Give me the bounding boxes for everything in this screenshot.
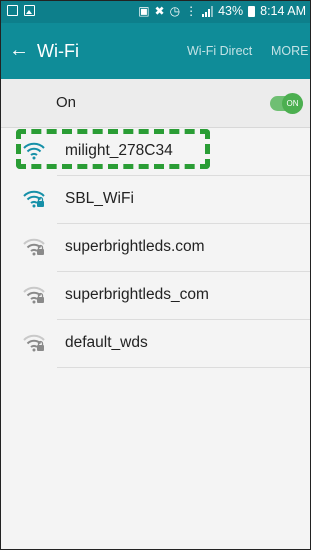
more-button[interactable]: MORE: [271, 44, 309, 58]
signal-icon: [202, 5, 214, 17]
app-bar: ← Wi-Fi Wi-Fi Direct MORE: [1, 23, 310, 79]
divider: [57, 367, 310, 368]
battery-icon: [248, 5, 256, 17]
clock: 8:14 AM: [260, 4, 306, 18]
wifi-toggle-switch[interactable]: ON: [270, 93, 303, 114]
network-name: default_wds: [65, 334, 148, 351]
network-name: superbrightleds_com: [65, 286, 209, 303]
wifi-toggle-row[interactable]: On ON: [1, 79, 310, 128]
wifi-icon: ⋮: [185, 4, 198, 18]
highlight-box: [16, 129, 210, 169]
status-bar: ▣ ✖ ◷ ⋮ 43% 8:14 AM: [1, 1, 310, 23]
network-item[interactable]: default_wds: [1, 320, 310, 368]
gallery-icon: [7, 5, 18, 16]
network-name: SBL_WiFi: [65, 190, 134, 207]
wifi-secured-weak-icon: [23, 238, 45, 256]
toggle-knob: ON: [282, 93, 303, 114]
network-item[interactable]: superbrightleds_com: [1, 272, 310, 320]
battery-percent: 43%: [218, 4, 244, 18]
network-item[interactable]: superbrightleds.com: [1, 224, 310, 272]
network-item[interactable]: SBL_WiFi: [1, 176, 310, 224]
mute-icon: ✖: [154, 4, 165, 18]
image-icon: [24, 5, 35, 16]
screen: ▣ ✖ ◷ ⋮ 43% 8:14 AM ← Wi-Fi Wi-Fi Direct…: [0, 0, 311, 550]
wifi-secured-weak-icon: [23, 334, 45, 352]
wifi-secured-icon: [23, 190, 45, 208]
network-name: superbrightleds.com: [65, 238, 205, 255]
alarm-icon: ◷: [169, 4, 181, 18]
nfc-icon: ▣: [138, 4, 150, 18]
wifi-direct-button[interactable]: Wi-Fi Direct: [187, 44, 252, 58]
wifi-secured-weak-icon: [23, 286, 45, 304]
page-title: Wi-Fi: [37, 41, 79, 61]
back-arrow-icon[interactable]: ←: [9, 39, 29, 61]
wifi-toggle-label: On: [56, 94, 77, 111]
